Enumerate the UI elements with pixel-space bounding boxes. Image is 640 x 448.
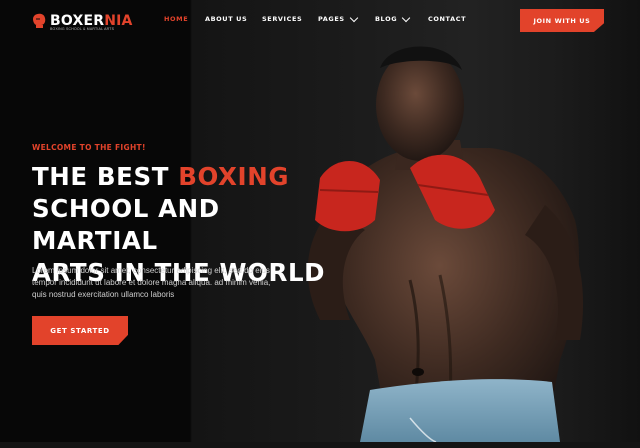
bottom-strip	[0, 442, 640, 448]
hero-description: Lorem ipsum dolor sit amet, consectetur …	[32, 266, 271, 299]
brand-tagline: BOXING SCHOOL & MARTIAL ARTS	[50, 27, 115, 31]
chevron-down-icon	[401, 13, 411, 22]
headline-prefix: THE BEST	[32, 162, 179, 191]
headline-accent: BOXING	[178, 162, 290, 191]
nav-pages[interactable]: PAGES	[318, 13, 375, 23]
boxing-glove-icon	[32, 13, 47, 29]
nav-blog-label: BLOG	[375, 15, 398, 23]
brand-name: BOXERNIA	[50, 13, 133, 29]
join-with-us-button[interactable]: JOIN WITH US	[520, 9, 604, 32]
main-nav: HOME ABOUT US SERVICES PAGES BLOG CONTAC…	[164, 13, 466, 23]
nav-home[interactable]: HOME	[164, 15, 205, 23]
get-started-button[interactable]: GET STARTED	[32, 316, 128, 345]
nav-about-us[interactable]: ABOUT US	[205, 15, 262, 23]
brand-logo[interactable]: BOXERNIA BOXING SCHOOL & MARTIAL ARTS	[32, 10, 133, 32]
chevron-down-icon	[349, 13, 358, 22]
nav-blog[interactable]: BLOG	[375, 13, 428, 23]
boxer-image	[307, 46, 584, 442]
nav-pages-label: PAGES	[318, 15, 345, 23]
headline-line-2: SCHOOL AND MARTIAL	[32, 194, 220, 255]
nav-contact[interactable]: CONTACT	[428, 15, 466, 23]
nav-services[interactable]: SERVICES	[262, 15, 318, 23]
welcome-text: WELCOME TO THE FIGHT!	[32, 143, 146, 152]
